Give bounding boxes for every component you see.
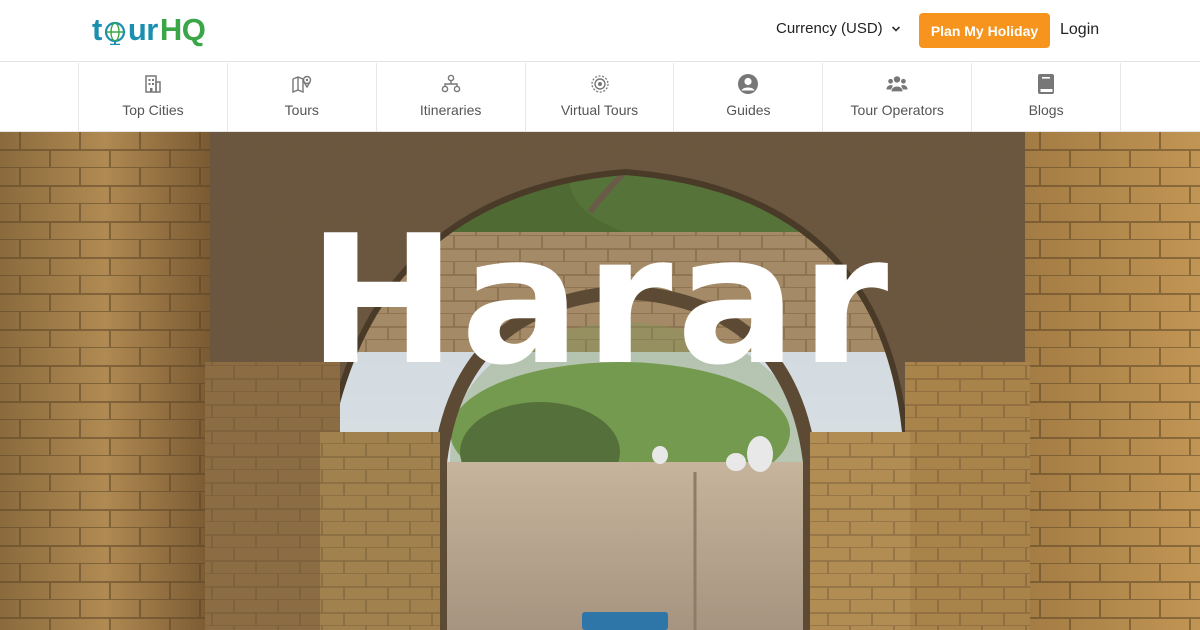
nav-item-tours[interactable]: Tours xyxy=(228,63,377,131)
globe-icon xyxy=(104,21,125,45)
target-icon xyxy=(589,73,611,95)
main-nav: Top Cities Tours Itineraries Virtual Tou… xyxy=(0,63,1200,132)
nav-item-blogs[interactable]: Blogs xyxy=(972,63,1122,131)
login-link[interactable]: Login xyxy=(1060,21,1099,39)
currency-selector[interactable]: Currency (USD) xyxy=(776,20,901,37)
nav-item-top-cities[interactable]: Top Cities xyxy=(79,63,228,131)
hero-title: Harar xyxy=(307,197,893,404)
nav-item-guides[interactable]: Guides xyxy=(674,63,824,131)
logo-text-ur: ur xyxy=(127,12,159,47)
map-pin-icon xyxy=(291,73,313,95)
chevron-down-icon xyxy=(891,25,900,32)
site-header: t ur HQ Currency (USD) Plan My Holiday L… xyxy=(0,0,1200,62)
nav-item-label: Tours xyxy=(284,102,319,118)
plan-my-holiday-button[interactable]: Plan My Holiday xyxy=(919,13,1050,48)
nav-item-itineraries[interactable]: Itineraries xyxy=(377,63,526,131)
nav-item-label: Tour Operators xyxy=(850,102,944,118)
logo-text-hq: HQ xyxy=(159,12,206,47)
nav-item-label: Top Cities xyxy=(122,102,184,118)
nav-item-label: Itineraries xyxy=(419,102,482,118)
nav-item-tour-operators[interactable]: Tour Operators xyxy=(823,63,973,131)
book-icon xyxy=(1035,73,1057,95)
user-circle-icon xyxy=(737,73,759,95)
logo-text-t: t xyxy=(92,12,102,47)
nav-item-virtual-tours[interactable]: Virtual Tours xyxy=(526,63,675,131)
hero-banner: Harar xyxy=(0,132,1200,630)
nav-item-label: Blogs xyxy=(1028,102,1064,118)
route-icon xyxy=(440,73,462,95)
tourhq-logo[interactable]: t ur HQ xyxy=(92,10,206,50)
building-icon xyxy=(142,73,164,95)
nav-item-label: Virtual Tours xyxy=(560,102,639,118)
nav-item-label: Guides xyxy=(726,102,771,118)
currency-label: Currency (USD) xyxy=(776,20,883,37)
users-icon xyxy=(886,73,908,95)
